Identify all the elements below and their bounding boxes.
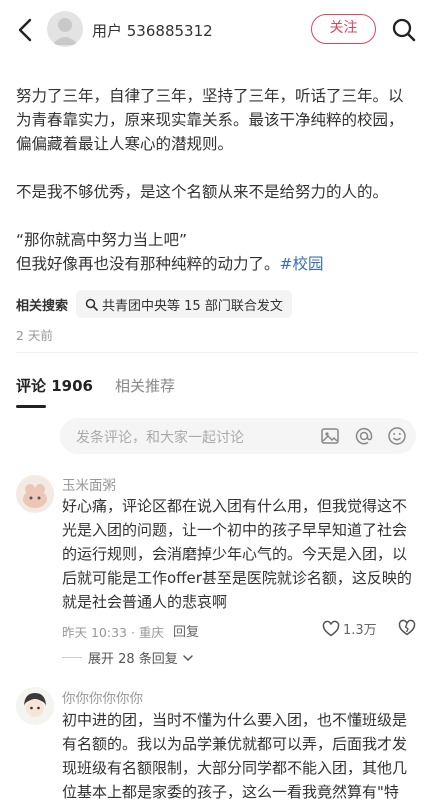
heart-icon: [322, 620, 340, 636]
magnifier-icon: [85, 298, 98, 311]
commenter-name[interactable]: 你你你你你你: [62, 687, 143, 707]
commenter-avatar[interactable]: [16, 687, 54, 725]
related-search-chip[interactable]: 共青团中央等 15 部门联合发文: [76, 290, 292, 318]
related-search: 相关搜索 共青团中央等 15 部门联合发文: [16, 290, 292, 318]
expand-line: [62, 657, 82, 658]
post-paragraph: 努力了三年，自律了三年，坚持了三年，听话了三年。以为青春靠实力，原来现实靠关系。…: [16, 87, 404, 153]
broken-heart-icon[interactable]: [398, 619, 416, 641]
chevron-down-icon: [183, 654, 193, 661]
back-arrow-icon[interactable]: [12, 16, 40, 44]
divider: [16, 352, 418, 353]
post-time: 2 天前: [16, 328, 53, 343]
author-username[interactable]: 用户 536885312: [92, 20, 213, 41]
search-icon[interactable]: [391, 17, 417, 43]
post-quote: “那你就高中努力当上吧”: [16, 231, 188, 249]
post-paragraph: 不是我不够优秀，是这个名额从来不是给努力的人的。: [16, 183, 389, 201]
image-icon[interactable]: [320, 426, 340, 446]
related-search-label: 相关搜索: [16, 298, 69, 314]
expand-replies-label: 展开 28 条回复: [88, 652, 178, 667]
comment-tabs: 评论 1906 相关推荐: [16, 375, 175, 408]
top-bar: 用户 536885312 关注: [0, 0, 432, 62]
emoji-icon[interactable]: [387, 426, 407, 446]
like-button[interactable]: 1.3万: [322, 619, 377, 638]
comment-text: 好心痛，评论区都在说入团有什么用，但我觉得这不光是入团的问题，让一个初中的孩子早…: [62, 497, 412, 611]
post-line: 但我好像再也没有那种纯粹的动力了。: [16, 255, 280, 273]
expand-replies-button[interactable]: 展开 28 条回复: [62, 648, 195, 667]
author-avatar[interactable]: [47, 11, 83, 47]
tab-comments[interactable]: 评论 1906: [16, 375, 93, 408]
comment-input-placeholder: 发条评论，和大家一起讨论: [76, 430, 244, 446]
post-paragraph: 但我好像再也没有那种纯粹的动力了。#校园: [16, 252, 418, 276]
commenter-avatar[interactable]: [16, 475, 54, 513]
hashtag-link[interactable]: #校园: [280, 255, 324, 273]
related-search-query: 共青团中央等 15 部门联合发文: [102, 298, 283, 314]
post-body: 努力了三年，自律了三年，坚持了三年，听话了三年。以为青春靠实力，原来现实靠关系。…: [16, 84, 418, 276]
comment-time-location: 昨天 10:33 · 重庆: [62, 625, 164, 640]
follow-button[interactable]: 关注: [311, 14, 376, 44]
like-count: 1.3万: [343, 623, 377, 638]
comment-text: 初中进的团，当时不懂为什么要入团，也不懂班级是有名额的。我以为品学兼优就都可以弄…: [62, 711, 408, 800]
reply-button[interactable]: 回复: [173, 621, 199, 640]
comment-input[interactable]: 发条评论，和大家一起讨论: [60, 418, 416, 454]
tab-recommend[interactable]: 相关推荐: [115, 375, 175, 396]
commenter-name[interactable]: 玉米面粥: [62, 474, 116, 494]
at-icon[interactable]: [354, 426, 374, 446]
